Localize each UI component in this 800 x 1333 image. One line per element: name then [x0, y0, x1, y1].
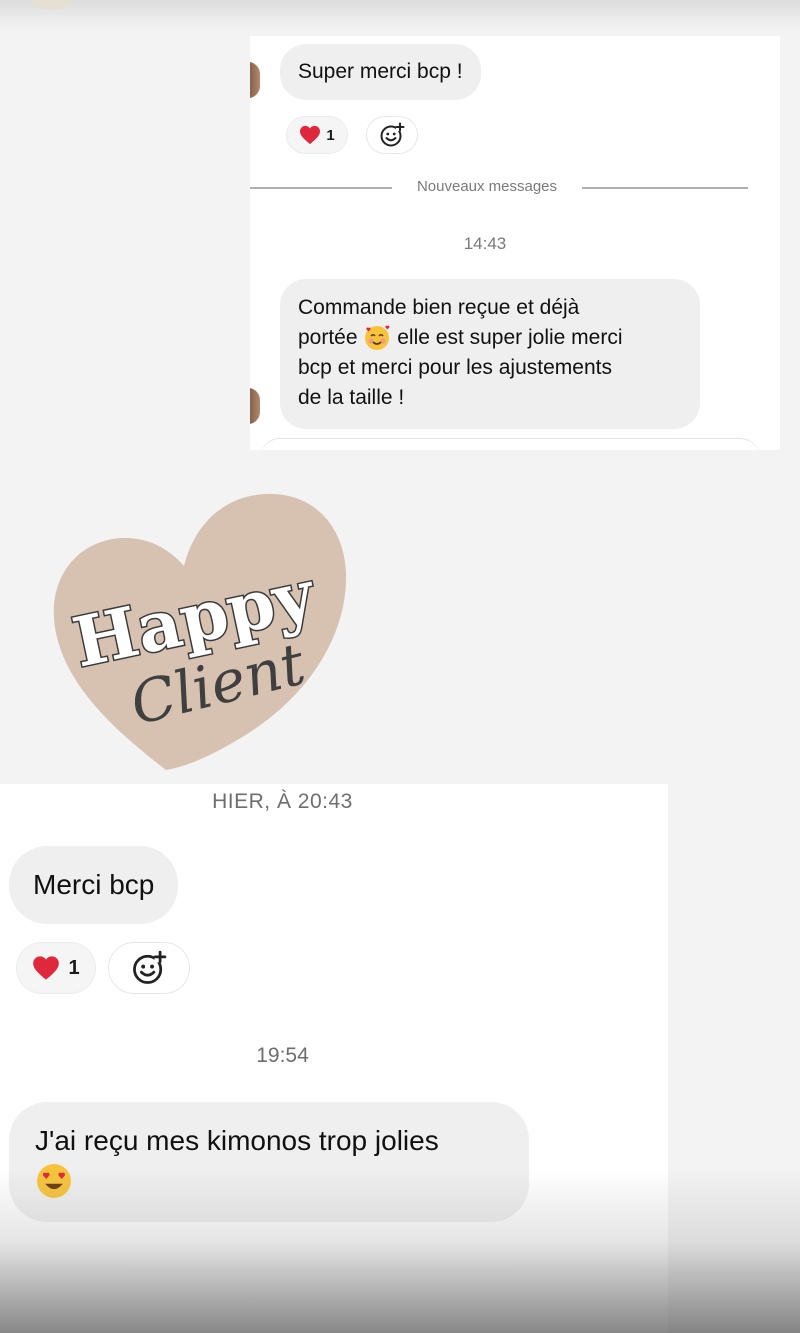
timestamp: HIER, À 20:43 — [212, 790, 353, 813]
message-line: Commande bien reçue et déjà — [298, 296, 580, 319]
add-emoji-icon — [133, 950, 167, 984]
add-reaction-button[interactable] — [366, 116, 418, 154]
new-messages-divider: Nouveaux messages — [250, 178, 750, 198]
message-text: J'ai reçu mes kimonos trop jolies — [35, 1125, 439, 1156]
heart-reaction[interactable]: 1 — [16, 942, 96, 994]
message-bubble[interactable]: Super merci bcp ! — [280, 44, 481, 100]
reaction-count: 1 — [68, 956, 80, 979]
avatar — [250, 388, 260, 424]
divider-line — [250, 187, 392, 189]
smiling-face-with-hearts-icon — [365, 326, 390, 351]
add-reaction-button[interactable] — [108, 942, 190, 994]
top-shade — [0, 0, 800, 30]
heart-icon — [33, 956, 60, 980]
timestamp: 14:43 — [463, 234, 507, 253]
timestamp: 19:54 — [256, 1044, 309, 1067]
divider-line — [582, 187, 748, 189]
bottom-fade — [0, 1168, 800, 1333]
message-line: portée elle est super jolie merci — [298, 323, 682, 353]
message-text: portée — [298, 326, 358, 349]
divider-label: Nouveaux messages — [416, 178, 558, 195]
heart-icon — [300, 125, 321, 145]
chat-screenshot-top: Super merci bcp ! 1 Nouveaux messages 14… — [250, 36, 780, 450]
composer-edge — [260, 438, 760, 450]
happy-client-sticker: Happy Client — [44, 490, 364, 780]
message-text: elle est super jolie merci — [397, 326, 623, 349]
message-line: de la taille ! — [298, 386, 405, 409]
message-text: Super merci bcp ! — [298, 60, 463, 83]
heart-reaction[interactable]: 1 — [286, 116, 348, 154]
message-bubble[interactable]: Merci bcp — [9, 846, 179, 924]
avatar — [250, 62, 260, 98]
message-bubble[interactable]: Commande bien reçue et déjà portée elle … — [280, 279, 700, 429]
add-emoji-icon — [380, 122, 405, 147]
message-text: Merci bcp — [33, 869, 155, 900]
reaction-count: 1 — [326, 126, 335, 144]
message-line: bcp et merci pour les ajustements — [298, 356, 612, 379]
